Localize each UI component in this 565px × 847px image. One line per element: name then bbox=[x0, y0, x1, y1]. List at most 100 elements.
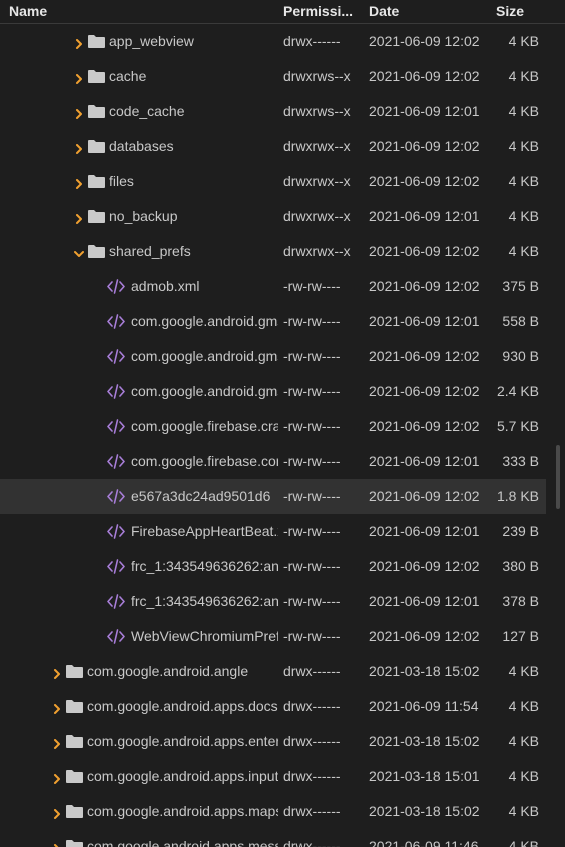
date-cell: 2021-06-09 12:01 bbox=[369, 523, 480, 539]
name-cell: com.google.firebase.crashlytics.xml bbox=[0, 409, 278, 444]
permissions-cell: -rw-rw---- bbox=[283, 523, 341, 539]
chevron-right-icon[interactable] bbox=[74, 106, 84, 119]
item-name: shared_prefs bbox=[109, 243, 191, 259]
name-cell: com.google.firebase.common.prefs.xml bbox=[0, 444, 278, 479]
column-header-name[interactable]: Name bbox=[9, 3, 269, 19]
size-cell: 4 KB bbox=[508, 208, 539, 224]
chevron-right-icon[interactable] bbox=[52, 736, 62, 749]
size-cell: 4 KB bbox=[508, 138, 539, 154]
folder-row[interactable]: com.google.android.apps.inputmethod drwx-… bbox=[0, 759, 546, 794]
scrollbar-thumb[interactable] bbox=[556, 445, 560, 509]
permissions-cell: drwx------ bbox=[283, 803, 341, 819]
name-cell: FirebaseAppHeartBeat.xml bbox=[0, 514, 278, 549]
permissions-cell: drwxrwx--x bbox=[283, 138, 351, 154]
date-cell: 2021-06-09 12:02 bbox=[369, 383, 480, 399]
folder-row[interactable]: no_backup drwxrwx--x 2021-06-09 12:01 4 KB bbox=[0, 199, 546, 234]
chevron-right-icon[interactable] bbox=[74, 176, 84, 189]
folder-row[interactable]: cache drwxrws--x 2021-06-09 12:02 4 KB bbox=[0, 59, 546, 94]
chevron-right-icon[interactable] bbox=[74, 211, 84, 224]
folder-row[interactable]: databases drwxrwx--x 2021-06-09 12:02 4 KB bbox=[0, 129, 546, 164]
file-row[interactable]: com.google.android.gms.measurement.prefs… bbox=[0, 339, 546, 374]
chevron-right-icon[interactable] bbox=[52, 666, 62, 679]
chevron-right-icon[interactable] bbox=[74, 141, 84, 154]
date-cell: 2021-06-09 12:02 bbox=[369, 488, 480, 504]
date-cell: 2021-06-09 12:02 bbox=[369, 243, 480, 259]
name-cell: databases bbox=[0, 129, 278, 164]
name-cell: com.google.android.apps.messaging bbox=[0, 829, 278, 847]
chevron-right-icon[interactable] bbox=[52, 806, 62, 819]
name-cell: files bbox=[0, 164, 278, 199]
permissions-cell: drwx------ bbox=[283, 663, 341, 679]
folder-row[interactable]: files drwxrwx--x 2021-06-09 12:02 4 KB bbox=[0, 164, 546, 199]
size-cell: 5.7 KB bbox=[496, 418, 539, 434]
file-row[interactable]: e567a3dc24ad9501d6 -rw-rw---- 2021-06-09 1… bbox=[0, 479, 546, 514]
item-name: FirebaseAppHeartBeat.xml bbox=[131, 523, 278, 539]
permissions-cell: drwx------ bbox=[283, 733, 341, 749]
file-row[interactable]: WebViewChromiumPrefs.xml -rw-rw---- 2021-0… bbox=[0, 619, 546, 654]
size-cell: 4 KB bbox=[508, 803, 539, 819]
date-cell: 2021-03-18 15:02 bbox=[369, 663, 480, 679]
folder-row[interactable]: com.google.android.apps.enterprise drwx--… bbox=[0, 724, 546, 759]
vertical-scrollbar[interactable] bbox=[551, 24, 565, 847]
folder-icon bbox=[66, 770, 83, 783]
item-name: com.google.android.apps.maps bbox=[87, 803, 278, 819]
xml-file-icon bbox=[107, 383, 125, 400]
name-cell: com.google.android.apps.enterprise bbox=[0, 724, 278, 759]
date-cell: 2021-06-09 12:02 bbox=[369, 138, 480, 154]
column-header-size[interactable]: Size bbox=[496, 3, 556, 19]
xml-file-icon bbox=[107, 488, 125, 505]
folder-row[interactable]: com.google.android.apps.messaging drwx---… bbox=[0, 829, 546, 847]
file-row[interactable]: com.google.android.gms.signals.xml -rw-rw… bbox=[0, 374, 546, 409]
file-row[interactable]: admob.xml -rw-rw---- 2021-06-09 12:02 375 B bbox=[0, 269, 546, 304]
file-row[interactable]: com.google.firebase.crashlytics.xml -rw-r… bbox=[0, 409, 546, 444]
file-row[interactable]: com.google.firebase.common.prefs.xml -rw-… bbox=[0, 444, 546, 479]
permissions-cell: -rw-rw---- bbox=[283, 593, 341, 609]
folder-row[interactable]: code_cache drwxrws--x 2021-06-09 12:01 4 KB bbox=[0, 94, 546, 129]
chevron-down-icon[interactable] bbox=[74, 246, 84, 257]
item-name: databases bbox=[109, 138, 174, 154]
size-cell: 2.4 KB bbox=[496, 383, 539, 399]
date-cell: 2021-06-09 12:02 bbox=[369, 418, 480, 434]
name-cell: com.google.android.angle bbox=[0, 654, 278, 689]
chevron-right-icon[interactable] bbox=[52, 841, 62, 847]
name-cell: frc_1:343549636262:android_settings.xml bbox=[0, 584, 278, 619]
item-name: WebViewChromiumPrefs.xml bbox=[131, 628, 278, 644]
chevron-right-icon[interactable] bbox=[74, 36, 84, 49]
folder-row[interactable]: com.google.android.apps.maps drwx------ 20… bbox=[0, 794, 546, 829]
date-cell: 2021-06-09 12:02 bbox=[369, 173, 480, 189]
file-row[interactable]: frc_1:343549636262:android_settings.xml-… bbox=[0, 584, 546, 619]
name-cell: com.google.android.apps.docs bbox=[0, 689, 278, 724]
file-row[interactable]: FirebaseAppHeartBeat.xml -rw-rw---- 2021-0… bbox=[0, 514, 546, 549]
column-header-date[interactable]: Date bbox=[369, 3, 479, 19]
chevron-right-icon[interactable] bbox=[74, 71, 84, 84]
folder-row[interactable]: app_webview drwx------ 2021-06-09 12:02 4 K… bbox=[0, 24, 546, 59]
item-name: admob.xml bbox=[131, 278, 200, 294]
item-name: com.google.android.apps.inputmethod bbox=[87, 768, 278, 784]
folder-icon bbox=[88, 175, 105, 188]
file-row[interactable]: com.google.android.gms.appid.xml -rw-rw--… bbox=[0, 304, 546, 339]
chevron-right-icon[interactable] bbox=[52, 701, 62, 714]
folder-row[interactable]: com.google.android.angle drwx------ 2021-0… bbox=[0, 654, 546, 689]
permissions-cell: drwx------ bbox=[283, 698, 341, 714]
permissions-cell: -rw-rw---- bbox=[283, 418, 341, 434]
item-name: com.google.android.apps.enterprise bbox=[87, 733, 278, 749]
name-cell: app_webview bbox=[0, 24, 278, 59]
folder-icon bbox=[66, 735, 83, 748]
date-cell: 2021-06-09 12:02 bbox=[369, 348, 480, 364]
date-cell: 2021-06-09 11:46 bbox=[369, 838, 479, 847]
name-cell: com.google.android.apps.inputmethod bbox=[0, 759, 278, 794]
folder-icon bbox=[88, 105, 105, 118]
file-row[interactable]: frc_1:343549636262:android.xml -rw-rw----… bbox=[0, 549, 546, 584]
size-cell: 4 KB bbox=[508, 663, 539, 679]
name-cell: admob.xml bbox=[0, 269, 278, 304]
folder-row[interactable]: shared_prefs drwxrwx--x 2021-06-09 12:02 4 … bbox=[0, 234, 546, 269]
item-name: com.google.firebase.crashlytics.xml bbox=[131, 418, 278, 434]
folder-icon bbox=[88, 140, 105, 153]
column-header-permissions[interactable]: Permissi... bbox=[283, 3, 355, 19]
chevron-right-icon[interactable] bbox=[52, 771, 62, 784]
permissions-cell: -rw-rw---- bbox=[283, 558, 341, 574]
permissions-cell: -rw-rw---- bbox=[283, 383, 341, 399]
size-cell: 4 KB bbox=[508, 68, 539, 84]
date-cell: 2021-06-09 12:02 bbox=[369, 68, 480, 84]
folder-row[interactable]: com.google.android.apps.docs drwx------ 20… bbox=[0, 689, 546, 724]
